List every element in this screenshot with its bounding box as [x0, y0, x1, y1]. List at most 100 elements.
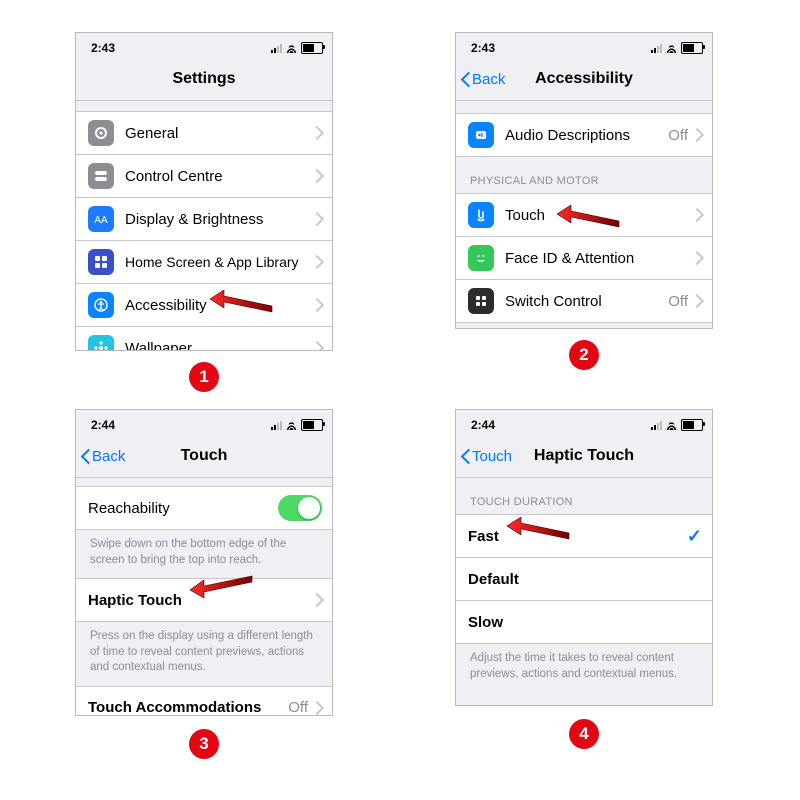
row-wallpaper[interactable]: Wallpaper: [76, 326, 332, 351]
switches-icon: [88, 163, 114, 189]
status-bar: 2:43: [456, 33, 712, 58]
nav-header: Settings: [76, 58, 332, 101]
section-header: TOUCH DURATION: [456, 478, 712, 514]
footnote: Swipe down on the bottom edge of the scr…: [76, 530, 332, 578]
row-home-screen[interactable]: Home Screen & App Library: [76, 240, 332, 283]
nav-header: Touch Haptic Touch: [456, 435, 712, 478]
status-time: 2:43: [91, 41, 115, 55]
back-button[interactable]: Back: [80, 435, 125, 477]
back-button[interactable]: Back: [460, 58, 505, 100]
row-label: General: [125, 125, 312, 142]
chevron-right-icon: [690, 294, 704, 308]
row-label: Default: [468, 571, 702, 588]
row-label: Display & Brightness: [125, 211, 312, 228]
row-label: Accessibility: [125, 297, 312, 314]
chevron-right-icon: [690, 208, 704, 222]
row-label: Fast: [468, 528, 687, 545]
step-badge: 3: [189, 729, 219, 759]
nav-header: Back Accessibility: [456, 58, 712, 101]
signal-icon: [271, 43, 282, 53]
row-value: Off: [668, 293, 688, 310]
row-label: Wallpaper: [125, 340, 312, 352]
row-label: Switch Control: [505, 293, 668, 310]
back-label: Touch: [472, 448, 512, 465]
status-time: 2:44: [91, 418, 115, 432]
phone-settings: 2:43 Settings General Cont: [75, 32, 333, 351]
wifi-icon: [285, 43, 298, 53]
chevron-right-icon: [310, 212, 324, 226]
row-label: Reachability: [88, 500, 278, 517]
signal-icon: [651, 43, 662, 53]
row-haptic-touch[interactable]: Haptic Touch: [76, 579, 332, 621]
row-control-centre[interactable]: Control Centre: [76, 154, 332, 197]
row-label: Control Centre: [125, 168, 312, 185]
step-badge: 4: [569, 719, 599, 749]
chevron-right-icon: [690, 251, 704, 265]
chevron-left-icon: [80, 447, 91, 465]
row-general[interactable]: General: [76, 112, 332, 154]
step-1: 2:43 Settings General Cont: [75, 32, 365, 379]
battery-icon: [301, 419, 323, 431]
chevron-right-icon: [310, 341, 324, 351]
row-default[interactable]: Default: [456, 557, 712, 600]
step-badge: 1: [189, 362, 219, 392]
row-touch[interactable]: Touch: [456, 194, 712, 236]
battery-icon: [681, 419, 703, 431]
switch-control-icon: [468, 288, 494, 314]
step-badge: 2: [569, 340, 599, 370]
status-bar: 2:43: [76, 33, 332, 58]
page-title: Accessibility: [535, 70, 633, 88]
chevron-right-icon: [310, 593, 324, 607]
apps-grid-icon: [88, 249, 114, 275]
chevron-right-icon: [310, 298, 324, 312]
gear-icon: [88, 120, 114, 146]
section-header: PHYSICAL AND MOTOR: [456, 157, 712, 193]
step-3: 2:44 Back Touch Reachability: [75, 409, 365, 756]
battery-icon: [681, 42, 703, 54]
phone-haptic-touch: 2:44 Touch Haptic Touch TOUCH DURATION F…: [455, 409, 713, 706]
battery-icon: [301, 42, 323, 54]
row-value: Off: [668, 127, 688, 144]
wifi-icon: [285, 420, 298, 430]
back-button[interactable]: Touch: [460, 435, 512, 477]
toggle-on[interactable]: [278, 495, 322, 521]
page-title: Haptic Touch: [534, 447, 634, 465]
row-label: Audio Descriptions: [505, 127, 668, 144]
page-title: Touch: [181, 447, 228, 465]
flower-icon: [88, 335, 114, 351]
row-audio-descriptions[interactable]: Audio Descriptions Off: [456, 114, 712, 156]
row-switch-control[interactable]: Switch Control Off: [456, 279, 712, 322]
signal-icon: [271, 420, 282, 430]
row-reachability[interactable]: Reachability: [76, 487, 332, 529]
status-time: 2:43: [471, 41, 495, 55]
row-display[interactable]: AA Display & Brightness: [76, 197, 332, 240]
step-4: 2:44 Touch Haptic Touch TOUCH DURATION F…: [455, 409, 745, 756]
back-label: Back: [472, 71, 505, 88]
page-title: Settings: [172, 70, 235, 88]
row-label: Slow: [468, 614, 702, 631]
chevron-left-icon: [460, 447, 471, 465]
step-2: 2:43 Back Accessibility Audio Descrip: [455, 32, 745, 379]
chevron-left-icon: [460, 70, 471, 88]
row-value: Off: [288, 699, 308, 716]
svg-text:AA: AA: [94, 215, 108, 226]
checkmark-icon: ✓: [687, 526, 702, 547]
row-accessibility[interactable]: Accessibility: [76, 283, 332, 326]
tutorial-grid: 2:43 Settings General Cont: [0, 0, 800, 800]
footnote: Adjust the time it takes to reveal conte…: [456, 644, 712, 692]
chevron-right-icon: [310, 169, 324, 183]
wifi-icon: [665, 420, 678, 430]
wifi-icon: [665, 43, 678, 53]
row-touch-accommodations[interactable]: Touch Accommodations Off: [76, 687, 332, 716]
row-label: Haptic Touch: [88, 592, 312, 609]
chevron-right-icon: [310, 701, 324, 715]
signal-icon: [651, 420, 662, 430]
status-bar: 2:44: [76, 410, 332, 435]
row-fast[interactable]: Fast ✓: [456, 515, 712, 557]
row-face-id[interactable]: Face ID & Attention: [456, 236, 712, 279]
row-slow[interactable]: Slow: [456, 600, 712, 643]
nav-header: Back Touch: [76, 435, 332, 478]
chevron-right-icon: [310, 255, 324, 269]
audio-description-icon: [468, 122, 494, 148]
row-label: Home Screen & App Library: [125, 254, 312, 270]
